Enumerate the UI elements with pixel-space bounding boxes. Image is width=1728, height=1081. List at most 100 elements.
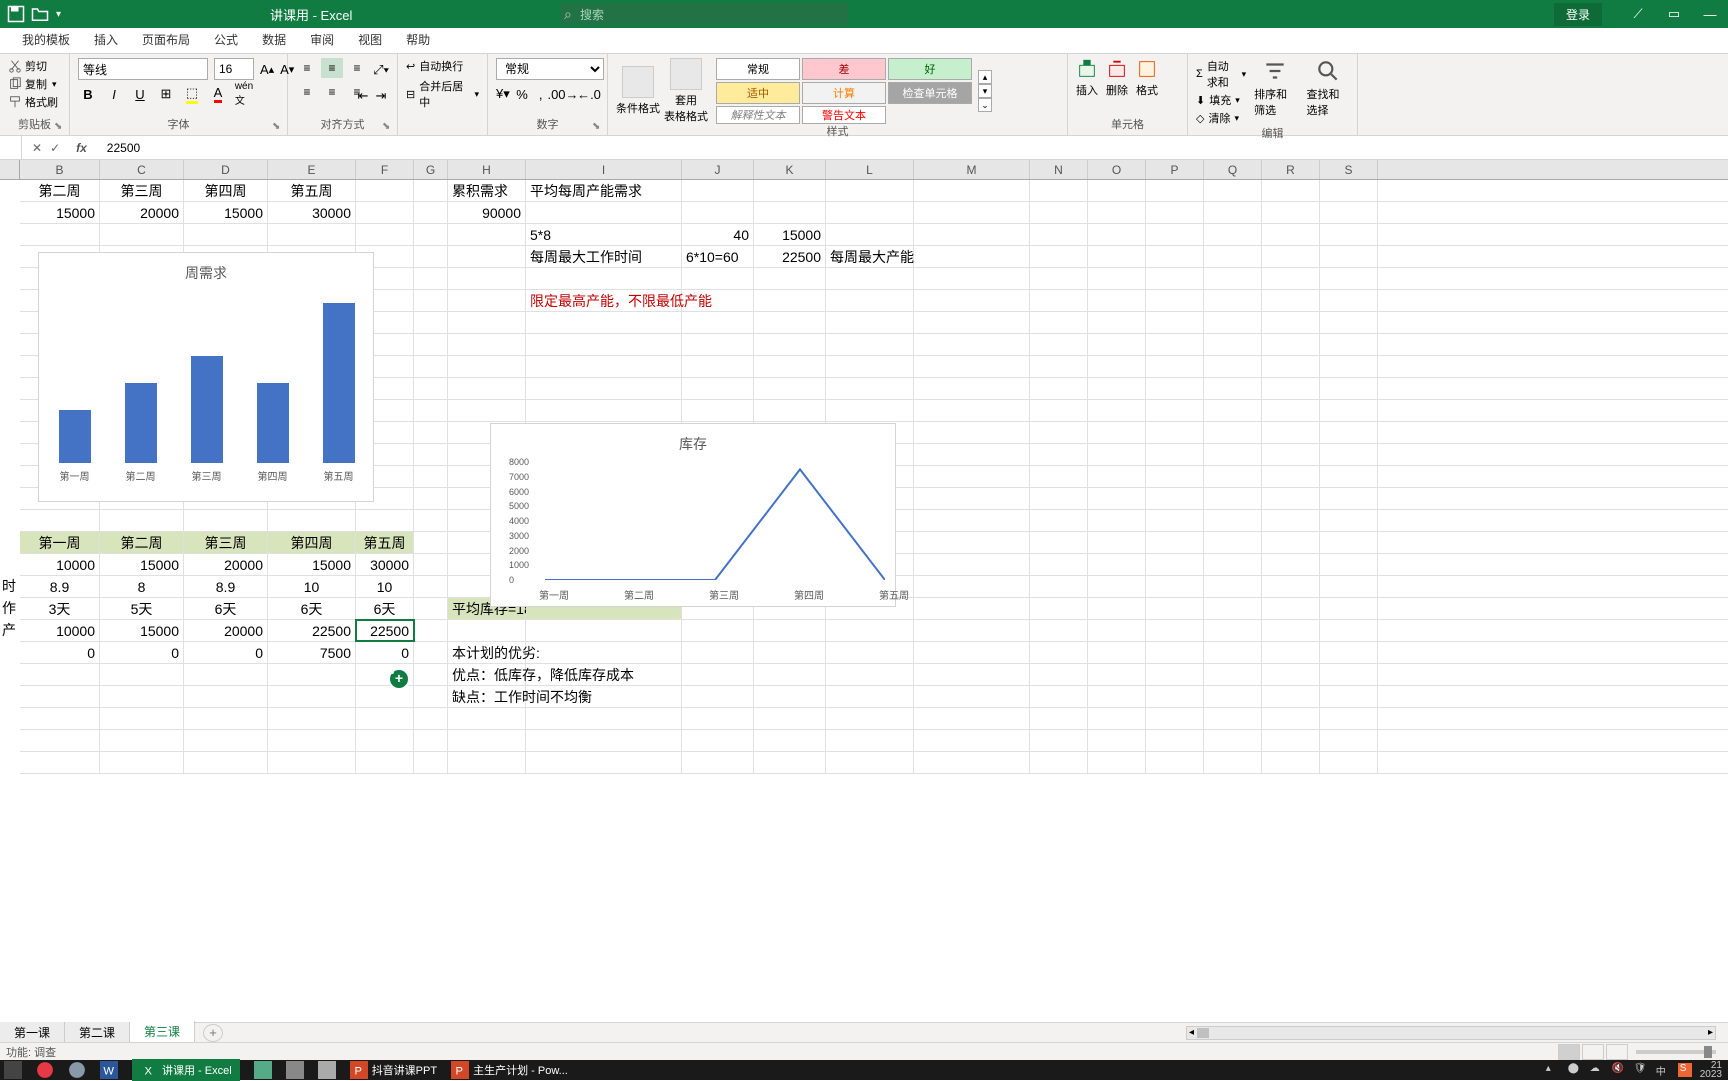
cell[interactable]: 20000 [100,202,184,223]
col-header[interactable]: L [826,160,914,179]
cell[interactable]: 40 [682,224,754,245]
fill-button[interactable]: ⬇填充▾ [1196,92,1246,108]
tray-icon[interactable]: ⬤ [1568,1063,1582,1077]
taskbar-powerpoint-button[interactable]: P抖音讲课PPT [350,1061,437,1079]
cell[interactable]: 7500 [268,642,356,663]
tab-help[interactable]: 帮助 [394,26,442,53]
align-middle-icon[interactable]: ≡ [321,58,343,78]
col-header[interactable]: O [1088,160,1146,179]
horizontal-scrollbar[interactable]: ◂ ▸ [1186,1026,1716,1040]
taskbar-app-icon[interactable] [254,1061,272,1079]
embedded-line-chart[interactable]: 库存 010002000300040005000600070008000第一周第… [490,423,896,607]
cell[interactable]: 第二周 [100,532,184,553]
tray-icon[interactable]: ☁ [1590,1063,1604,1077]
qat-dropdown-icon[interactable]: ▾ [56,9,61,20]
wrap-text-button[interactable]: ↩自动换行 [406,58,479,74]
formula-input[interactable]: 22500 [97,141,1728,155]
number-format-combo[interactable]: 常规 [496,58,604,80]
gallery-down-icon[interactable]: ▾ [978,84,992,98]
gallery-up-icon[interactable]: ▴ [978,70,992,84]
indent-decrease-icon[interactable]: ⇤ [353,86,373,106]
taskbar-excel-button[interactable]: X讲课用 - Excel [132,1059,240,1081]
cell[interactable]: 平均每周产能需求 [526,180,682,201]
cell[interactable]: 0 [20,642,100,663]
cell[interactable]: 8 [100,576,184,597]
app-window-icon[interactable]: ▭ [1656,0,1692,28]
style-explain[interactable]: 解释性文本 [716,106,800,124]
cell[interactable]: 第一周 [20,532,100,553]
cell[interactable]: 30000 [356,554,414,575]
col-header[interactable]: I [526,160,682,179]
tab-formula[interactable]: 公式 [202,26,250,53]
enter-icon[interactable]: ✓ [50,141,60,155]
font-size-combo[interactable] [214,58,254,80]
tray-ime-icon[interactable]: S [1678,1063,1692,1077]
cell[interactable]: 0 [100,642,184,663]
fx-icon[interactable]: fx [76,141,87,155]
cell[interactable]: 0 [184,642,268,663]
sheet-tab-active[interactable]: 第三课 [130,1021,195,1044]
bold-icon[interactable]: B [78,84,98,104]
merge-center-button[interactable]: ⊟合并后居中▾ [406,78,479,110]
cell[interactable]: 优点：低库存，降低库存成本 [448,664,526,685]
insert-cells-button[interactable]: 插入 [1076,58,1098,98]
table-format-button[interactable]: 套用 表格格式 [664,58,708,124]
col-header[interactable]: F [356,160,414,179]
start-button[interactable] [4,1061,22,1079]
taskbar-app-icon[interactable] [286,1061,304,1079]
tab-templates[interactable]: 我的模板 [10,26,82,53]
cell-selected[interactable]: 22500 [356,620,414,641]
cell[interactable]: 3天 [20,598,100,619]
col-header[interactable]: P [1146,160,1204,179]
align-top-icon[interactable]: ≡ [296,58,318,78]
tab-view[interactable]: 视图 [346,26,394,53]
tab-review[interactable]: 审阅 [298,26,346,53]
copy-button[interactable]: 复制▾ [8,76,61,92]
cell[interactable]: 10 [356,576,414,597]
taskbar-app-icon[interactable] [68,1061,86,1079]
cell[interactable]: 8.9 [20,576,100,597]
cell[interactable]: 15000 [184,202,268,223]
taskbar-word-icon[interactable]: W [100,1061,118,1079]
search-input[interactable]: 搜索 [560,3,848,25]
view-normal-icon[interactable] [1558,1044,1580,1060]
cell[interactable]: 6*10=60 [682,246,754,267]
col-header[interactable]: E [268,160,356,179]
ribbon-display-icon[interactable]: ⟋ [1620,0,1656,28]
tab-data[interactable]: 数据 [250,26,298,53]
tray-ime-icon[interactable]: 中 [1656,1063,1670,1077]
underline-icon[interactable]: U [130,84,150,104]
style-neutral[interactable]: 适中 [716,82,800,104]
taskbar-powerpoint-button[interactable]: P主生产计划 - Pow... [451,1061,568,1079]
style-check[interactable]: 检查单元格 [888,82,972,104]
cell[interactable]: 5天 [100,598,184,619]
dialog-launcher-icon[interactable]: ⬊ [382,121,394,133]
gallery-more-icon[interactable]: ⌄ [978,98,992,112]
comma-icon[interactable]: , [534,84,547,104]
sort-filter-button[interactable]: 排序和筛选 [1254,58,1296,126]
cell[interactable]: 0 [356,642,414,663]
sheet-tab[interactable]: 第二课 [65,1022,130,1043]
cell[interactable]: 10000 [20,554,100,575]
style-good[interactable]: 好 [888,58,972,80]
col-header[interactable]: H [448,160,526,179]
cell[interactable]: 30000 [268,202,356,223]
cell[interactable]: 10 [268,576,356,597]
name-box[interactable] [0,136,22,159]
font-name-combo[interactable] [78,58,208,80]
view-page-break-icon[interactable] [1606,1044,1628,1060]
align-left-icon[interactable]: ≡ [296,82,318,102]
cell[interactable]: 第五周 [268,180,356,201]
cell[interactable]: 20000 [184,554,268,575]
cell[interactable]: 6天 [356,598,414,619]
orientation-icon[interactable]: ⤢▾ [371,60,391,80]
italic-icon[interactable]: I [104,84,124,104]
folder-open-icon[interactable] [30,4,50,24]
zoom-slider[interactable] [1636,1050,1716,1054]
format-cells-button[interactable]: 格式 [1136,58,1158,98]
col-header[interactable]: S [1320,160,1378,179]
cell[interactable]: 每周最大产能 [826,246,914,267]
cell[interactable]: 10000 [20,620,100,641]
col-header[interactable]: N [1030,160,1088,179]
cell[interactable]: 第五周 [356,532,414,553]
